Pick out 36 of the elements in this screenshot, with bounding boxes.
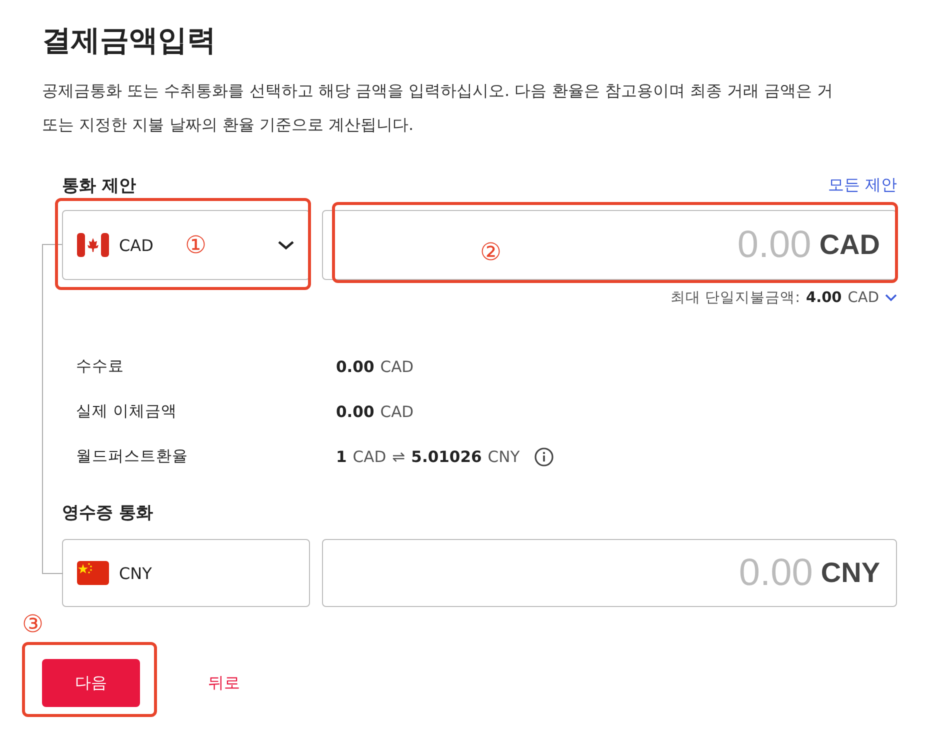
all-offers-link[interactable]: 모든 제안 (828, 174, 897, 196)
limit-currency: CAD (848, 290, 879, 306)
limit-value: 4.00 (806, 290, 842, 306)
description-text: 공제금통화 또는 수취통화를 선택하고 해당 금액을 입력하십시오. 다음 환율은 참고용이며 최종 거래 금액은 거 또는 지정한 지불 날짜의 환율 기준으로 계산됩니다. (42, 80, 834, 136)
step-number: ② (480, 239, 502, 265)
detail-value: CAD (380, 402, 414, 420)
china-flag-icon (77, 561, 109, 585)
chevron-down-icon[interactable] (885, 294, 897, 302)
limit-label: 최대 단일지불금액: (670, 289, 800, 307)
canada-flag-icon (77, 233, 109, 257)
info-icon[interactable] (534, 446, 554, 466)
section-label: 영수증 통화 (62, 502, 153, 524)
chevron-down-icon (277, 239, 295, 251)
detail-value: CAD (380, 358, 414, 376)
detail-value: CAD (352, 448, 386, 466)
currency-code: CAD (819, 229, 880, 261)
amount-input[interactable]: 0.00 (609, 222, 814, 268)
currency-display: CNY (62, 539, 310, 607)
detail-value: 5.01026 (411, 448, 482, 466)
detail-value: 1 (336, 448, 347, 466)
step-number: ① (185, 232, 207, 258)
detail-label: 수수료 (76, 356, 125, 377)
section-label: 통화 제안 (62, 174, 136, 196)
detail-value: 0.00 (336, 402, 374, 420)
page-title: 결제금액입력 (42, 22, 217, 59)
detail-label: 월드퍼스트환율 (76, 446, 189, 467)
step-number: ③ (22, 611, 44, 637)
detail-value: 0.00 (336, 358, 374, 376)
back-link[interactable]: 뒤로 (208, 672, 240, 694)
detail-value: CNY (488, 448, 520, 466)
amount-field[interactable]: 0.00 CNY (322, 539, 897, 607)
detail-value: ⇌ (392, 448, 406, 466)
next-button[interactable]: 다음 (42, 659, 140, 707)
currency-code: CNY (820, 557, 880, 589)
detail-label: 실제 이체금액 (76, 401, 178, 422)
amount-input[interactable]: 0.00 (610, 550, 815, 596)
